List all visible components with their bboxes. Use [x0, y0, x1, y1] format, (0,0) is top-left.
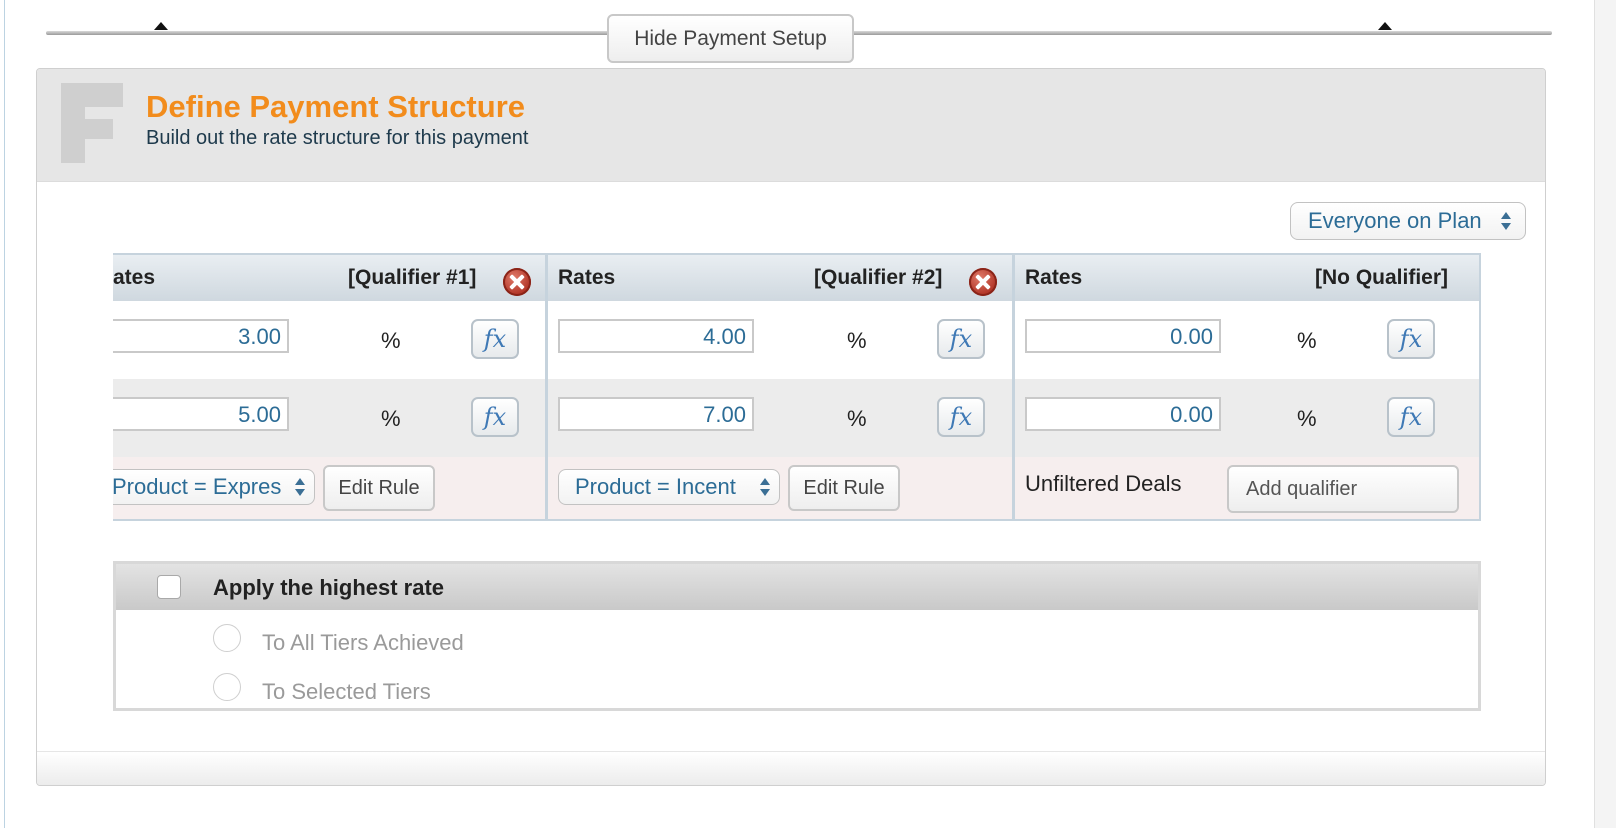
qualifier-label: [Qualifier #1] [348, 266, 477, 289]
section-title: Define Payment Structure [146, 89, 525, 124]
unit-label: % [381, 406, 401, 431]
highest-rate-label: Apply the highest rate [213, 575, 445, 600]
fx-icon[interactable]: fx [937, 397, 985, 437]
highest-rate-header: Apply the highest rate [116, 564, 1478, 610]
column-header-label: Rates [1025, 266, 1083, 289]
page-scrollbar[interactable] [1594, 0, 1616, 828]
column-header: Rates [Qualifier #2] [548, 255, 1012, 301]
caret-up-icon [1378, 22, 1392, 30]
filter-value: Product = Incent [575, 474, 736, 499]
rate-input[interactable]: 0.00 [1025, 397, 1221, 431]
fx-icon[interactable]: fx [471, 319, 519, 359]
column-header-label: ates [113, 266, 156, 289]
panel-header: Define Payment Structure Build out the r… [37, 69, 1545, 182]
unfiltered-deals-label: Unfiltered Deals [1025, 471, 1182, 496]
rate-input[interactable]: 7.00 [558, 397, 754, 431]
delete-icon[interactable] [969, 268, 997, 296]
all-tiers-label: To All Tiers Achieved [262, 630, 464, 655]
rate-row: 0.00 % fx [1015, 379, 1479, 457]
unit-label: % [847, 406, 867, 431]
column-header: Rates [No Qualifier] [1015, 255, 1479, 301]
qualifier-label: [No Qualifier] [1315, 266, 1449, 289]
edit-rule-button[interactable]: Edit Rule [323, 465, 435, 511]
selected-tiers-radio[interactable] [213, 673, 241, 701]
rule-row: Product = Incent Edit Rule [548, 457, 1012, 519]
rate-row: 0.00 % fx [1015, 301, 1479, 379]
unit-label: % [1297, 328, 1317, 353]
no-qualifier-column: Rates [No Qualifier] 0.00 % fx 0.00 % fx… [1015, 255, 1479, 519]
unit-label: % [847, 328, 867, 353]
rate-input[interactable]: 0.00 [1025, 319, 1221, 353]
fx-icon[interactable]: fx [937, 319, 985, 359]
payment-structure-panel: Define Payment Structure Build out the r… [36, 68, 1546, 786]
filter-value: Product = Expres [113, 474, 282, 499]
hide-payment-setup-button[interactable]: Hide Payment Setup [607, 14, 854, 63]
unit-label: % [1297, 406, 1317, 431]
rate-input[interactable]: 4.00 [558, 319, 754, 353]
qualifier-filter-select[interactable]: Product = Expres [113, 469, 315, 505]
page-left-rule [4, 0, 5, 828]
fx-icon[interactable]: fx [1387, 397, 1435, 437]
all-tiers-radio[interactable] [213, 624, 241, 652]
rule-row: Unfiltered Deals Add qualifier [1015, 457, 1479, 519]
rate-table: ates [Qualifier #1] 3.00 % fx 5.00 % fx … [113, 253, 1481, 521]
qualifier-1-column: ates [Qualifier #1] 3.00 % fx 5.00 % fx … [113, 255, 545, 519]
scope-select[interactable]: Everyone on Plan [1290, 202, 1526, 240]
highest-rate-box: Apply the highest rate To All Tiers Achi… [113, 561, 1481, 711]
edit-rule-button[interactable]: Edit Rule [788, 465, 900, 511]
updown-chevron-icon [295, 477, 305, 497]
caret-up-icon [154, 22, 168, 30]
section-letter-icon [61, 83, 123, 163]
selected-tiers-label: To Selected Tiers [262, 679, 431, 704]
rate-row: 4.00 % fx [548, 301, 1012, 379]
rate-row: 5.00 % fx [113, 379, 545, 457]
qualifier-filter-select[interactable]: Product = Incent [558, 469, 780, 505]
add-qualifier-button[interactable]: Add qualifier [1227, 465, 1459, 513]
updown-chevron-icon [1501, 211, 1511, 231]
column-header: ates [Qualifier #1] [113, 255, 545, 301]
updown-chevron-icon [760, 477, 770, 497]
rate-input[interactable]: 5.00 [113, 397, 289, 431]
qualifier-2-column: Rates [Qualifier #2] 4.00 % fx 7.00 % fx… [548, 255, 1012, 519]
section-subtitle: Build out the rate structure for this pa… [146, 127, 529, 149]
panel-footer [37, 751, 1545, 785]
fx-icon[interactable]: fx [1387, 319, 1435, 359]
qualifier-label: [Qualifier #2] [814, 266, 943, 289]
highest-rate-checkbox[interactable] [157, 575, 181, 599]
delete-icon[interactable] [503, 268, 531, 296]
rule-row: Product = Expres Edit Rule [113, 457, 545, 519]
scope-select-value: Everyone on Plan [1308, 208, 1482, 233]
column-header-label: Rates [558, 266, 616, 289]
rate-row: 7.00 % fx [548, 379, 1012, 457]
rate-input[interactable]: 3.00 [113, 319, 289, 353]
unit-label: % [381, 328, 401, 353]
fx-icon[interactable]: fx [471, 397, 519, 437]
rate-row: 3.00 % fx [113, 301, 545, 379]
